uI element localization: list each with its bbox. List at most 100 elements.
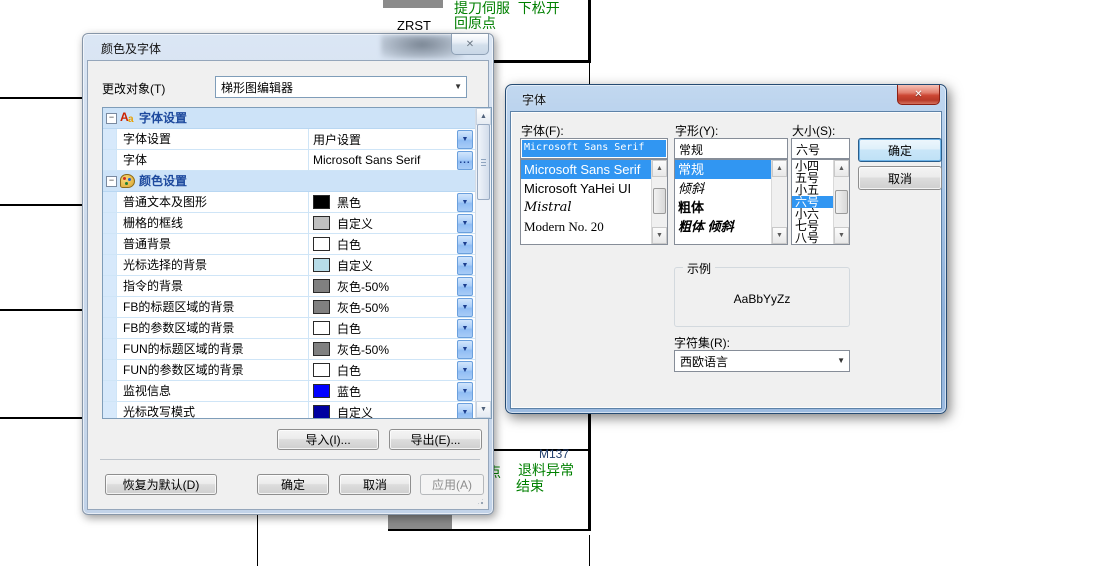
color-swatch xyxy=(313,342,330,356)
font-size-input[interactable]: 六号 xyxy=(791,138,850,159)
font-list-scrollbar[interactable]: ▲ ▼ xyxy=(651,160,667,244)
list-item[interactable]: 倾斜 xyxy=(675,179,772,198)
list-item[interactable]: Modern No. 20 xyxy=(521,217,652,236)
close-icon: ✕ xyxy=(466,39,474,50)
settings-row[interactable]: FB的参数区域的背景白色▼ xyxy=(103,318,475,339)
settings-row[interactable]: 普通背景白色▼ xyxy=(103,234,475,255)
font-name-value: Microsoft Sans Serif xyxy=(522,140,666,157)
row-value: 灰色-50% xyxy=(308,339,458,359)
settings-row[interactable]: FUN的参数区域的背景白色▼ xyxy=(103,360,475,381)
style-list-scrollbar[interactable]: ▲ ▼ xyxy=(771,160,787,244)
font-name-input[interactable]: Microsoft Sans Serif xyxy=(520,138,668,159)
list-item[interactable]: 五号 xyxy=(792,172,834,184)
color-font-dialog: 颜色及字体 ✕ 更改对象(T) 梯形图编辑器 ▼ −Aa字体设置字体设置用户设置… xyxy=(82,33,494,515)
settings-row[interactable]: 指令的背景灰色-50%▼ xyxy=(103,276,475,297)
row-indent xyxy=(103,213,117,233)
settings-row[interactable]: 字体Microsoft Sans Serif... xyxy=(103,150,475,171)
list-item[interactable]: Microsoft Sans Serif xyxy=(521,160,652,179)
row-value-text: 自定义 xyxy=(337,215,373,232)
settings-row[interactable]: FB的标题区域的背景灰色-50%▼ xyxy=(103,297,475,318)
scroll-down-button[interactable]: ▼ xyxy=(652,227,667,244)
dropdown-button[interactable]: ▼ xyxy=(457,256,473,275)
scroll-up-button[interactable]: ▲ xyxy=(772,160,787,177)
dropdown-button[interactable]: ▼ xyxy=(457,235,473,254)
ok-button[interactable]: 确定 xyxy=(858,138,942,162)
font-style-input[interactable]: 常规 xyxy=(674,138,788,159)
row-label: 普通文本及图形 xyxy=(123,192,207,212)
font-list-items: Microsoft Sans SerifMicrosoft YaHei UIMi… xyxy=(521,160,652,244)
import-button[interactable]: 导入(I)... xyxy=(277,429,379,450)
restore-default-button[interactable]: 恢复为默认(D) xyxy=(105,474,217,495)
row-indent xyxy=(103,339,117,359)
sample-label: 示例 xyxy=(683,260,715,277)
list-item[interactable]: 小四 xyxy=(792,160,834,172)
ellipsis-button[interactable]: ... xyxy=(457,151,473,170)
list-item[interactable]: 粗体 倾斜 xyxy=(675,217,772,236)
cancel-button[interactable]: 取消 xyxy=(858,166,942,190)
collapse-icon[interactable]: − xyxy=(106,176,117,187)
list-item[interactable]: 小六 xyxy=(792,208,834,220)
scroll-down-button[interactable]: ▼ xyxy=(834,227,849,244)
ok-button[interactable]: 确定 xyxy=(257,474,329,495)
dropdown-button[interactable]: ▼ xyxy=(457,277,473,296)
settings-row[interactable]: 普通文本及图形黑色▼ xyxy=(103,192,475,213)
row-label: 栅格的框线 xyxy=(123,213,183,233)
dropdown-button[interactable]: ▼ xyxy=(457,130,473,149)
device-label: M137 xyxy=(539,448,569,461)
scrollbar-thumb[interactable] xyxy=(653,188,666,214)
close-button[interactable]: ✕ xyxy=(451,34,489,55)
dropdown-button[interactable]: ▼ xyxy=(457,382,473,401)
close-button[interactable]: ✕ xyxy=(897,85,940,105)
table-scrollbar[interactable]: ▲ ▼ xyxy=(475,108,491,418)
row-indent xyxy=(103,318,117,338)
cancel-button[interactable]: 取消 xyxy=(339,474,411,495)
scroll-up-button[interactable]: ▲ xyxy=(476,108,491,125)
color-swatch xyxy=(313,321,330,335)
group-label: 字体设置 xyxy=(139,108,187,128)
list-item[interactable]: 八号 xyxy=(792,232,834,244)
settings-row[interactable]: FUN的标题区域的背景灰色-50%▼ xyxy=(103,339,475,360)
size-list-scrollbar[interactable]: ▲ ▼ xyxy=(833,160,849,244)
target-object-combobox[interactable]: 梯形图编辑器 ▼ xyxy=(215,76,467,98)
row-indent xyxy=(103,150,117,170)
export-button[interactable]: 导出(E)... xyxy=(389,429,482,450)
list-item[interactable]: Microsoft YaHei UI xyxy=(521,179,652,198)
color-font-dialog-titlebar[interactable]: 颜色及字体 ✕ xyxy=(83,34,493,60)
row-label: 监视信息 xyxy=(123,381,171,401)
settings-row[interactable]: 光标选择的背景自定义▼ xyxy=(103,255,475,276)
style-list-items: 常规倾斜粗体粗体 倾斜 xyxy=(675,160,772,244)
scrollbar-thumb[interactable] xyxy=(835,190,848,214)
dialog-body: 字体(F): 字形(Y): 大小(S): Microsoft Sans Seri… xyxy=(510,111,942,409)
dropdown-button[interactable]: ▼ xyxy=(457,319,473,338)
collapse-icon[interactable]: − xyxy=(106,113,117,124)
list-item[interactable]: Mistral xyxy=(521,198,652,217)
resize-grip[interactable] xyxy=(476,497,485,506)
font-dialog-titlebar[interactable]: 字体 ✕ xyxy=(506,85,946,111)
settings-row[interactable]: 监视信息蓝色▼ xyxy=(103,381,475,402)
scrollbar-thumb[interactable] xyxy=(477,124,490,200)
rung-comment: 结束 xyxy=(516,479,544,494)
list-item[interactable]: 粗体 xyxy=(675,198,772,217)
scroll-up-button[interactable]: ▲ xyxy=(834,160,849,177)
dialog-title: 字体 xyxy=(522,91,546,108)
settings-row[interactable]: 栅格的框线 自定义 ▼ xyxy=(103,213,475,234)
list-item[interactable]: 小五 xyxy=(792,184,834,196)
row-value-text: 白色 xyxy=(337,236,361,253)
settings-row[interactable]: 字体设置用户设置▼ xyxy=(103,129,475,150)
settings-row[interactable]: 光标改写模式自定义▼ xyxy=(103,402,475,419)
dropdown-button[interactable]: ▼ xyxy=(457,340,473,359)
settings-group-header[interactable]: −Aa字体设置 xyxy=(103,108,475,129)
dropdown-button[interactable]: ▼ xyxy=(457,214,473,233)
dropdown-button[interactable]: ▼ xyxy=(457,403,473,419)
scroll-up-button[interactable]: ▲ xyxy=(652,160,667,177)
scroll-down-button[interactable]: ▼ xyxy=(476,401,491,418)
charset-combobox[interactable]: 西欧语言 ▼ xyxy=(674,350,850,372)
settings-group-header[interactable]: −颜色设置 xyxy=(103,171,475,192)
list-item[interactable]: 七号 xyxy=(792,220,834,232)
list-item[interactable]: 常规 xyxy=(675,160,772,179)
dropdown-button[interactable]: ▼ xyxy=(457,361,473,380)
scroll-down-button[interactable]: ▼ xyxy=(772,227,787,244)
dropdown-button[interactable]: ▼ xyxy=(457,298,473,317)
dropdown-button[interactable]: ▼ xyxy=(457,193,473,212)
list-item[interactable]: 六号 xyxy=(792,196,834,208)
